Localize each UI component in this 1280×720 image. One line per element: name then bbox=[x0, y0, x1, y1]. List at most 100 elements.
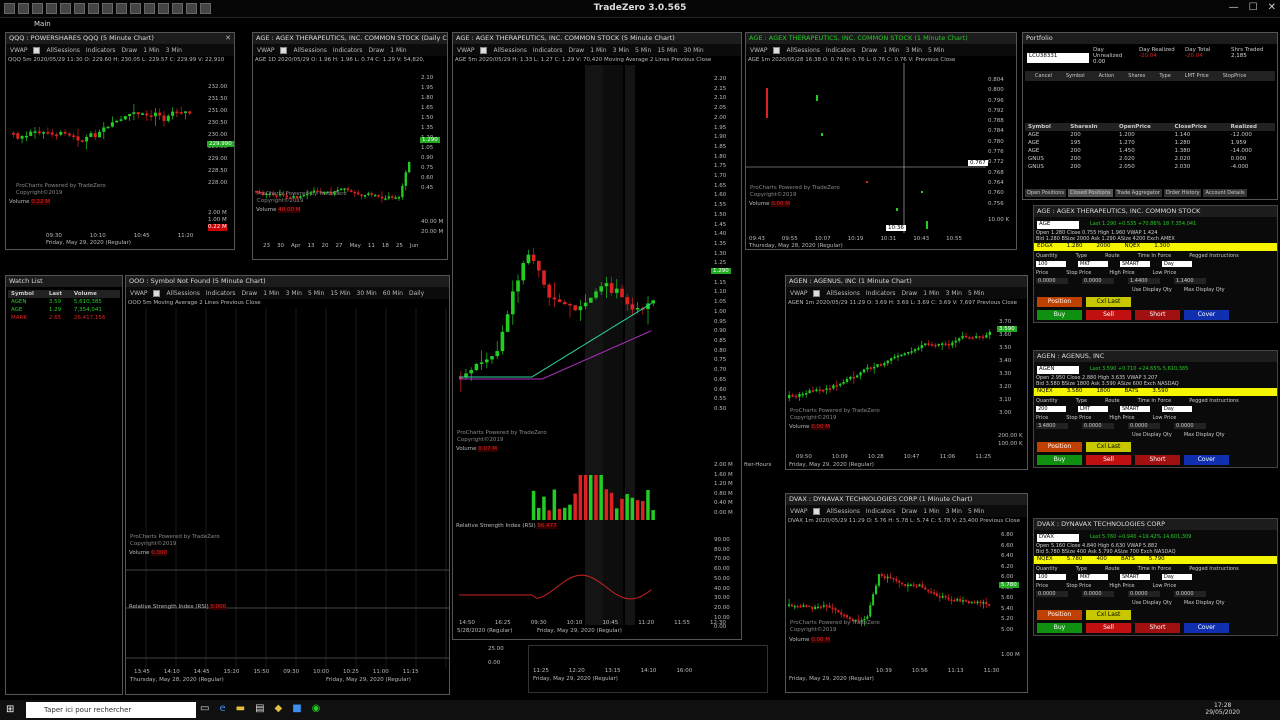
high-price-field[interactable]: 0.0000 bbox=[1128, 423, 1160, 429]
buy-button[interactable]: Buy bbox=[1037, 455, 1082, 465]
maximize-button[interactable]: ☐ bbox=[1249, 2, 1258, 13]
short-button[interactable]: Short bbox=[1135, 310, 1180, 320]
tb-draw[interactable]: Draw bbox=[369, 47, 385, 54]
tb-3min[interactable]: 3 Min bbox=[613, 47, 629, 54]
price-field[interactable]: 0.0000 bbox=[1036, 278, 1068, 284]
table-row[interactable]: AGE 200 1.200 1.140 -12.000 bbox=[1025, 131, 1275, 139]
menu-main[interactable]: Main bbox=[34, 20, 51, 28]
qqq-plot[interactable] bbox=[6, 63, 208, 248]
table-row[interactable]: MARK 2.65 26,417,156 bbox=[8, 314, 120, 322]
ooo-grid[interactable] bbox=[126, 308, 450, 668]
tb-5min[interactable]: 5 Min bbox=[968, 290, 984, 297]
cover-button[interactable]: Cover bbox=[1184, 310, 1229, 320]
app-icon[interactable]: ◆ bbox=[275, 703, 283, 714]
tb-15min[interactable]: 15 Min bbox=[330, 290, 350, 297]
store-icon[interactable]: ▤ bbox=[255, 703, 264, 714]
tb-1min[interactable]: 1 Min bbox=[923, 290, 939, 297]
tb-indicators[interactable]: Indicators bbox=[206, 290, 236, 297]
tb-draw[interactable]: Draw bbox=[122, 47, 138, 54]
tb-vwap[interactable]: VWAP bbox=[130, 290, 147, 297]
tb-3min[interactable]: 3 Min bbox=[946, 290, 962, 297]
stop-price-field[interactable]: 0.0000 bbox=[1082, 278, 1114, 284]
stop-price-field[interactable]: 0.0000 bbox=[1082, 591, 1114, 597]
checkbox[interactable] bbox=[153, 289, 161, 297]
low-price-field[interactable]: 0.0000 bbox=[1174, 591, 1206, 597]
tb-draw[interactable]: Draw bbox=[902, 290, 918, 297]
app-icon-2[interactable]: ■ bbox=[292, 703, 301, 714]
dvax-plot[interactable] bbox=[786, 526, 996, 681]
tb-5min[interactable]: 5 Min bbox=[635, 47, 651, 54]
symbol-input[interactable]: AGE bbox=[1037, 221, 1079, 229]
folder-icon[interactable]: ▬ bbox=[236, 703, 245, 714]
tb-15min[interactable]: 15 Min bbox=[657, 47, 677, 54]
quantity-field[interactable]: 100 bbox=[1036, 574, 1066, 580]
tb-vwap[interactable]: VWAP bbox=[750, 47, 767, 54]
tb-allsessions[interactable]: AllSessions bbox=[826, 290, 859, 297]
quantity-field[interactable]: 200 bbox=[1036, 406, 1066, 412]
tab-trade-aggregator[interactable]: Trade Aggregator bbox=[1114, 189, 1162, 197]
checkbox[interactable] bbox=[480, 46, 488, 54]
tb-allsessions[interactable]: AllSessions bbox=[493, 47, 526, 54]
tb-vwap[interactable]: VWAP bbox=[10, 47, 27, 54]
type-select[interactable]: LMT bbox=[1078, 406, 1108, 412]
age-1m-plot[interactable] bbox=[746, 63, 986, 243]
tb-vwap[interactable]: VWAP bbox=[457, 47, 474, 54]
tif-select[interactable]: Day bbox=[1162, 574, 1192, 580]
tb-allsessions[interactable]: AllSessions bbox=[46, 47, 79, 54]
agen-plot[interactable] bbox=[786, 308, 996, 458]
tb-1min[interactable]: 1 Min bbox=[263, 290, 279, 297]
quantity-field[interactable]: 100 bbox=[1036, 261, 1066, 267]
type-select[interactable]: MKT bbox=[1078, 574, 1108, 580]
tb-daily[interactable]: Daily bbox=[409, 290, 424, 297]
low-price-field[interactable]: 1.1400 bbox=[1174, 278, 1206, 284]
sell-button[interactable]: Sell bbox=[1086, 310, 1131, 320]
route-select[interactable]: SMART bbox=[1120, 406, 1150, 412]
tb-3min[interactable]: 3 Min bbox=[906, 47, 922, 54]
low-price-field[interactable]: 0.0000 bbox=[1174, 423, 1206, 429]
stop-price-field[interactable]: 0.0000 bbox=[1082, 423, 1114, 429]
buy-button[interactable]: Buy bbox=[1037, 623, 1082, 633]
tb-allsessions[interactable]: AllSessions bbox=[166, 290, 199, 297]
table-row[interactable]: GNUS 200 2.050 2.030 -4.000 bbox=[1025, 163, 1275, 171]
tb-draw[interactable]: Draw bbox=[242, 290, 258, 297]
table-row[interactable]: GNUS 200 2.020 2.020 0.000 bbox=[1025, 155, 1275, 163]
edge-icon[interactable]: e bbox=[219, 703, 225, 714]
tb-vwap[interactable]: VWAP bbox=[257, 47, 274, 54]
cancel-last-button[interactable]: Cxl Last bbox=[1086, 610, 1131, 620]
cancel-last-button[interactable]: Cxl Last bbox=[1086, 297, 1131, 307]
cover-button[interactable]: Cover bbox=[1184, 623, 1229, 633]
price-field[interactable]: 3.4800 bbox=[1036, 423, 1068, 429]
tb-indicators[interactable]: Indicators bbox=[866, 290, 896, 297]
tb-1min[interactable]: 1 Min bbox=[143, 47, 159, 54]
checkbox[interactable] bbox=[813, 507, 821, 515]
high-price-field[interactable]: 1.4400 bbox=[1128, 278, 1160, 284]
tab-order-history[interactable]: Order History bbox=[1163, 189, 1202, 197]
age-5m-plot[interactable] bbox=[453, 65, 711, 625]
level2-row[interactable]: NQEX 5.780 400 BATS 5.790 bbox=[1034, 556, 1277, 564]
system-clock[interactable]: 17:28 29/05/2020 bbox=[1205, 702, 1240, 716]
buy-button[interactable]: Buy bbox=[1037, 310, 1082, 320]
sell-button[interactable]: Sell bbox=[1086, 455, 1131, 465]
tb-5min[interactable]: 5 Min bbox=[308, 290, 324, 297]
tb-draw[interactable]: Draw bbox=[902, 508, 918, 515]
table-row[interactable]: AGE 195 1.270 1.280 1.959 bbox=[1025, 139, 1275, 147]
route-select[interactable]: SMART bbox=[1120, 261, 1150, 267]
close-icon[interactable]: ✕ bbox=[225, 34, 231, 42]
table-row[interactable]: AGE 200 1.450 1.380 -14.000 bbox=[1025, 147, 1275, 155]
tb-indicators[interactable]: Indicators bbox=[533, 47, 563, 54]
position-button[interactable]: Position bbox=[1037, 442, 1082, 452]
tb-indicators[interactable]: Indicators bbox=[826, 47, 856, 54]
tb-indicators[interactable]: Indicators bbox=[86, 47, 116, 54]
cover-button[interactable]: Cover bbox=[1184, 455, 1229, 465]
high-price-field[interactable]: 0.0000 bbox=[1128, 591, 1160, 597]
symbol-input[interactable]: AGEN bbox=[1037, 366, 1079, 374]
short-button[interactable]: Short bbox=[1135, 623, 1180, 633]
tif-select[interactable]: Day bbox=[1162, 261, 1192, 267]
position-button[interactable]: Position bbox=[1037, 297, 1082, 307]
position-button[interactable]: Position bbox=[1037, 610, 1082, 620]
tb-indicators[interactable]: Indicators bbox=[333, 47, 363, 54]
tb-3min[interactable]: 3 Min bbox=[166, 47, 182, 54]
tab-open-positions[interactable]: Open Positions bbox=[1025, 189, 1067, 197]
tif-select[interactable]: Day bbox=[1162, 406, 1192, 412]
tb-3min[interactable]: 3 Min bbox=[946, 508, 962, 515]
